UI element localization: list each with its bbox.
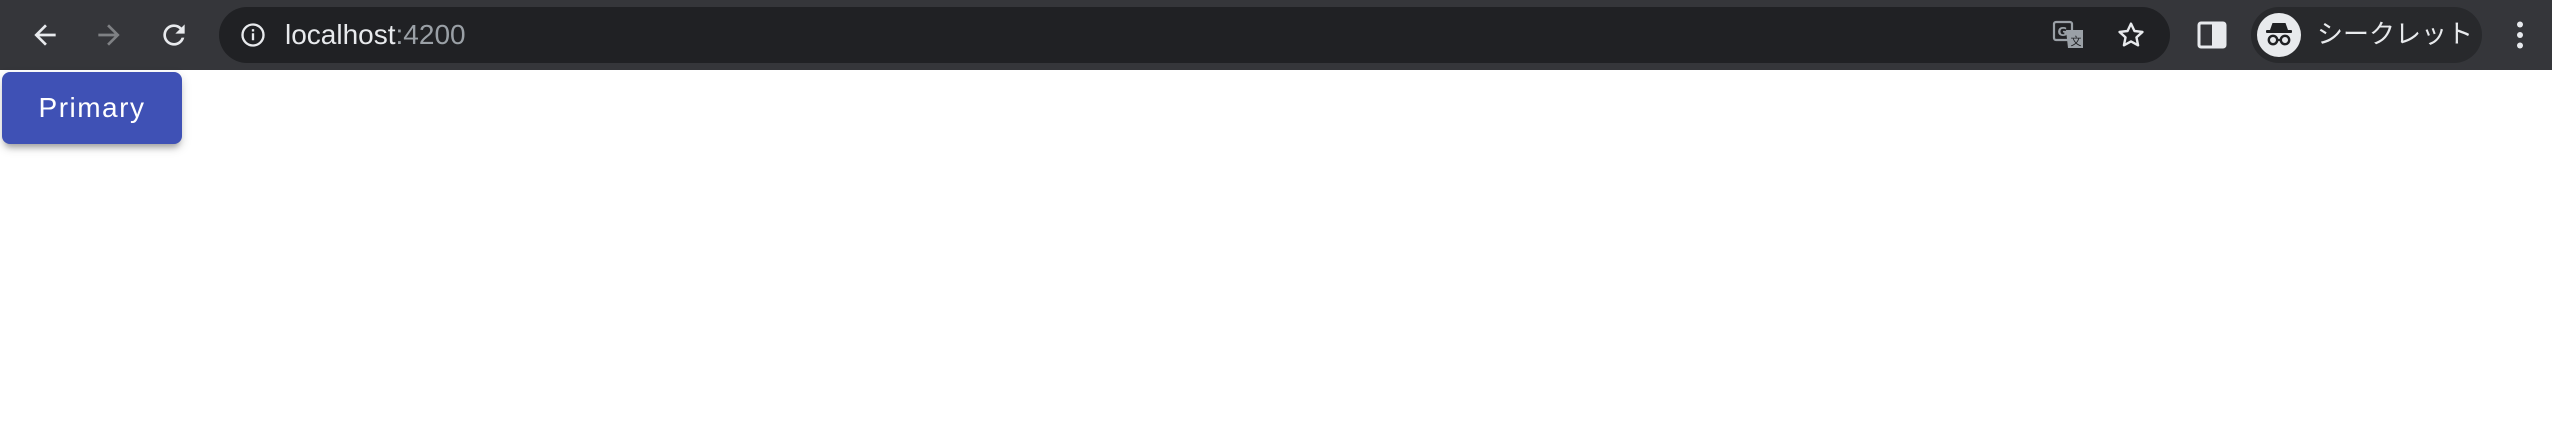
side-panel-icon[interactable] [2196,20,2228,50]
url-text[interactable]: localhost:4200 [285,7,466,63]
back-button[interactable] [21,11,69,59]
svg-text:文: 文 [2071,34,2082,48]
browser-toolbar: localhost:4200 G 文 シークレット [0,0,2552,70]
kebab-menu-icon[interactable] [2502,17,2538,53]
arrow-left-icon [34,24,56,46]
star-icon[interactable] [2114,19,2148,51]
reload-icon [163,24,185,46]
url-host: localhost [285,19,396,50]
arrow-right-icon [98,24,120,46]
svg-text:G: G [2058,25,2068,39]
profile-label: シークレット [2317,20,2474,50]
address-bar[interactable]: localhost:4200 G 文 [219,7,2170,63]
reload-button[interactable] [150,11,198,59]
info-icon[interactable] [239,21,267,49]
translate-icon[interactable]: G 文 [2052,19,2086,51]
browser-window: localhost:4200 G 文 シークレット Primary [0,0,2552,448]
incognito-profile-button[interactable]: シークレット [2251,7,2482,63]
incognito-icon [2257,13,2301,57]
url-port: :4200 [395,19,466,50]
forward-button[interactable] [85,11,133,59]
page-content: Primary [0,70,2552,448]
primary-button[interactable]: Primary [2,72,182,144]
